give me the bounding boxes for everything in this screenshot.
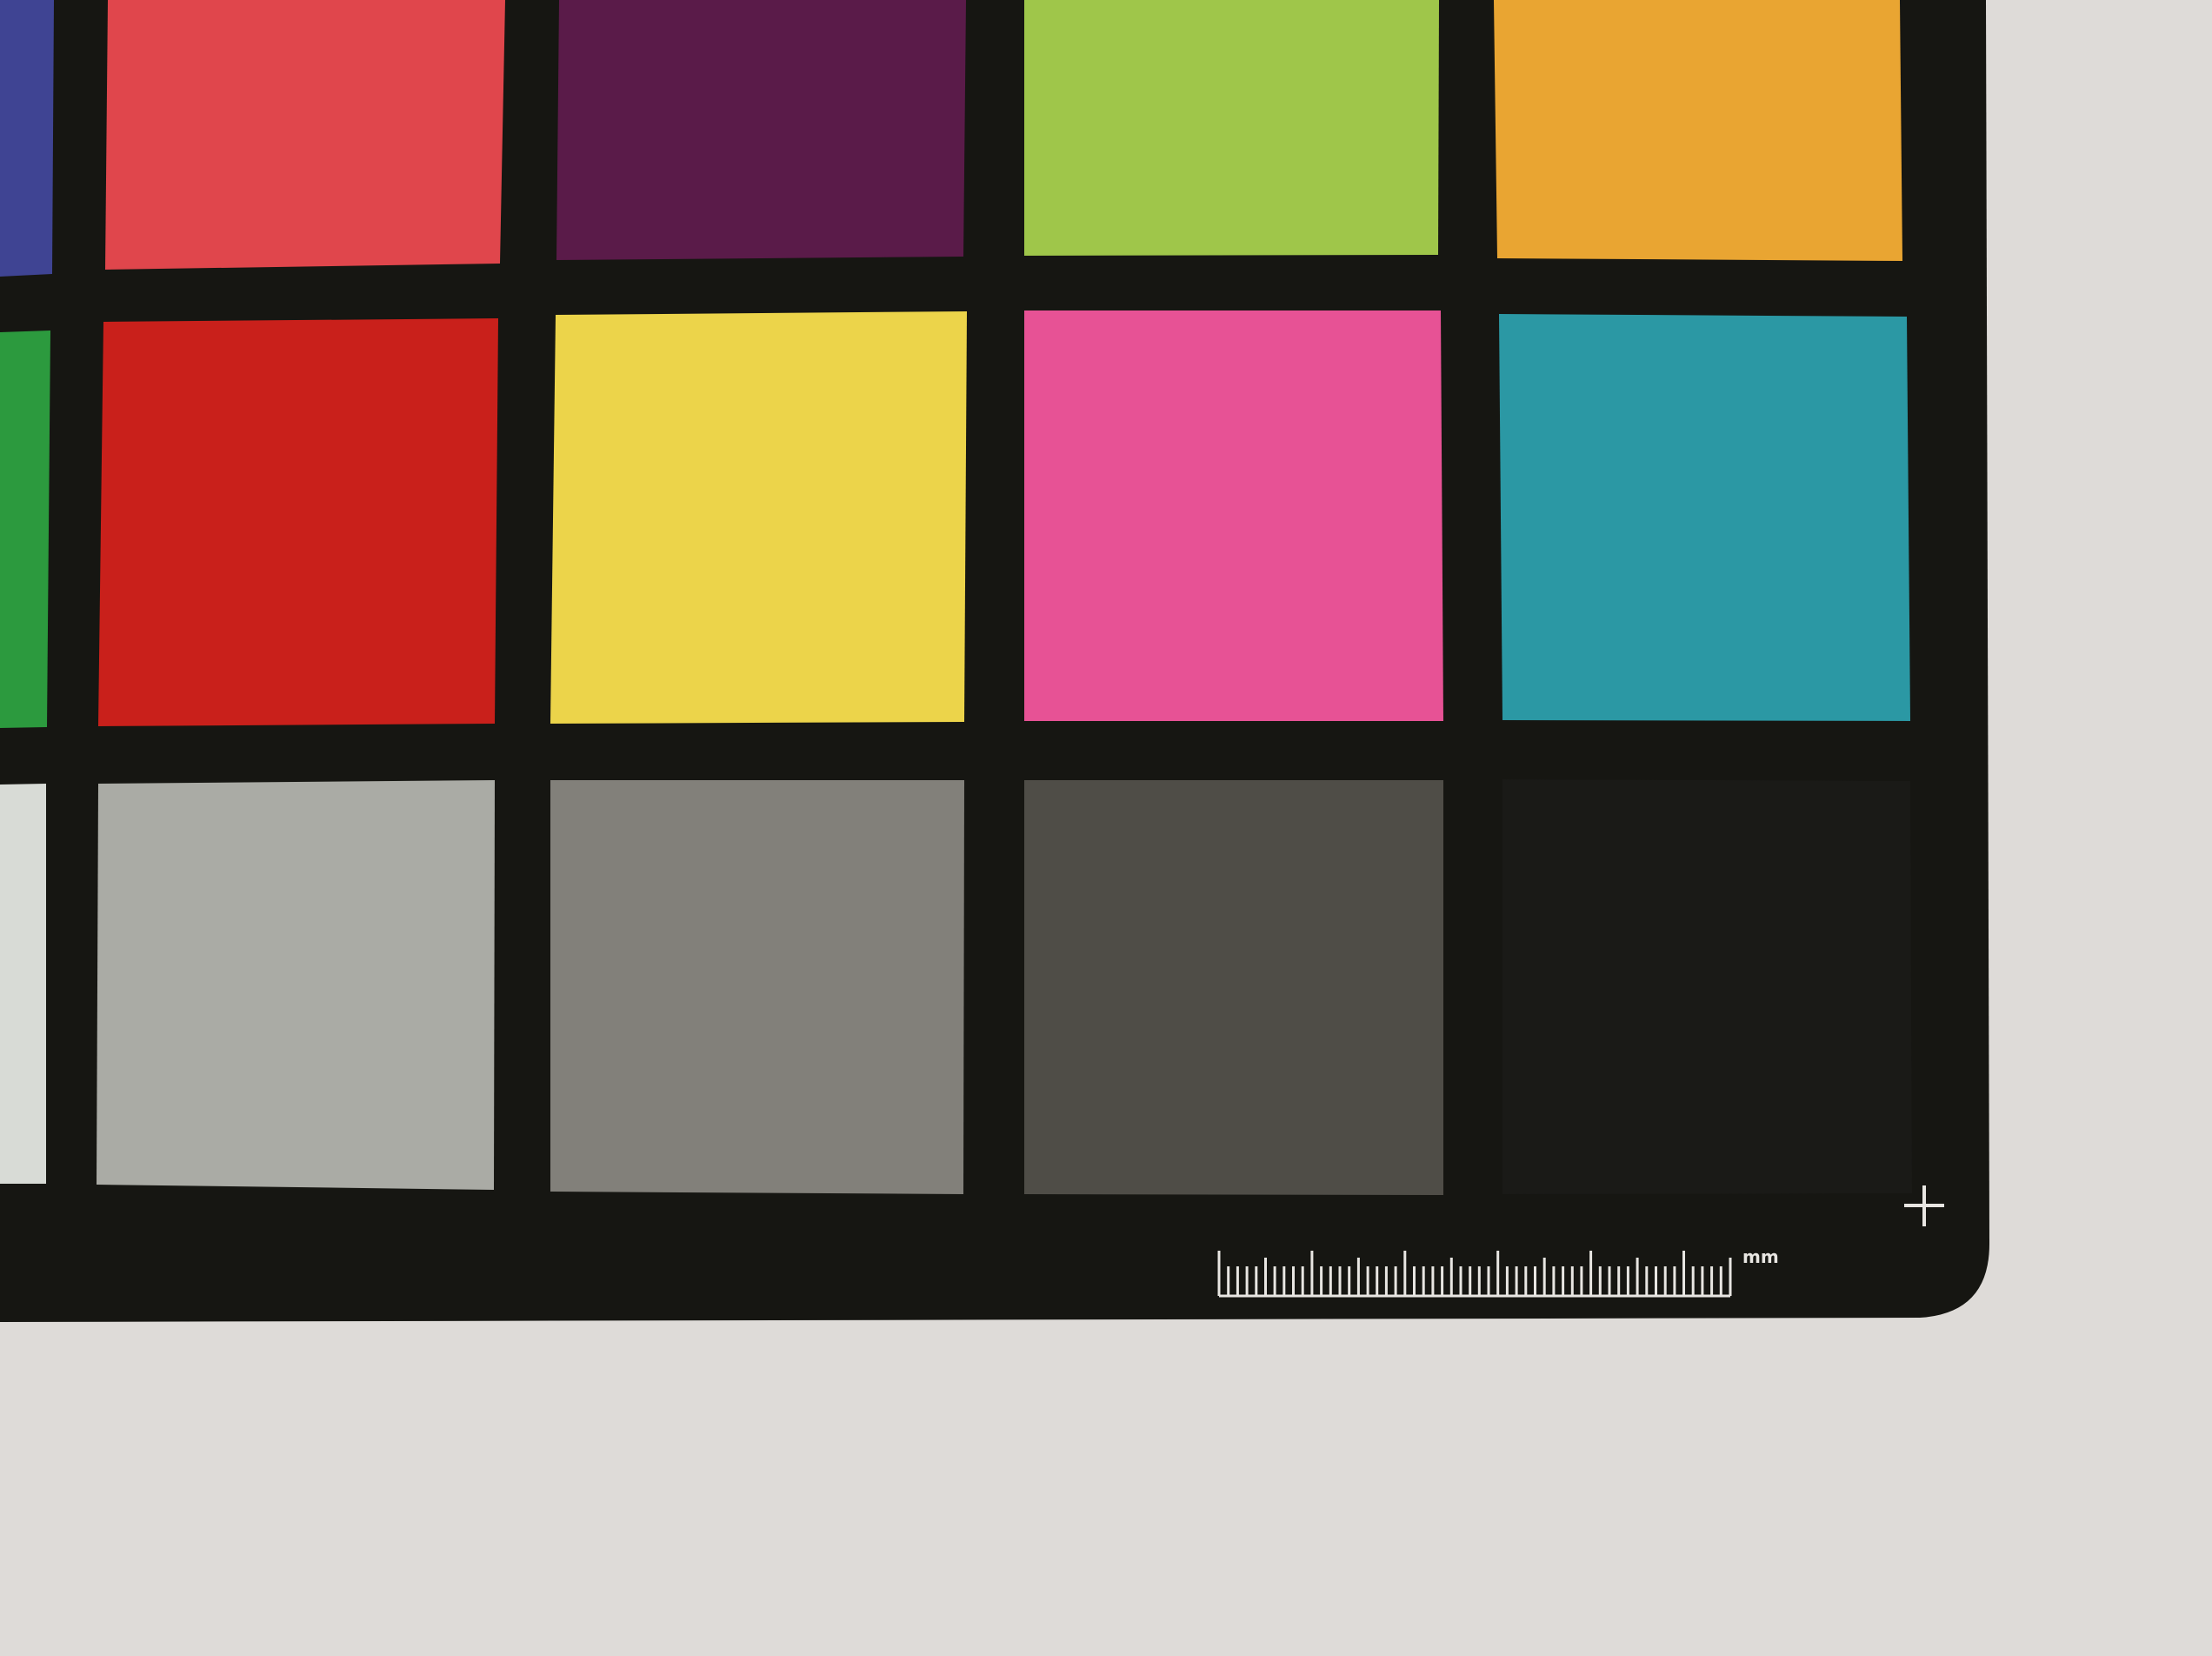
ruler-unit-label: mm [1742,1246,1779,1267]
patch-top-orange [1494,0,1902,261]
patch-top-purple [556,0,966,260]
patch-top-red-pink [105,0,505,270]
patch-bot-black [1502,779,1912,1194]
patch-mid-red [98,318,498,726]
patch-top-green [1024,0,1439,256]
patch-bot-gray-1 [97,780,495,1190]
patch-top-blue [0,0,54,277]
patch-mid-cyan [1499,314,1910,721]
patch-mid-green [0,331,50,728]
color-checker-photo: mm [0,0,2212,1656]
patch-mid-yellow [550,311,967,724]
patch-grid [0,0,1912,1195]
patch-bot-gray-3 [1024,780,1443,1195]
patch-mid-magenta [1024,310,1443,721]
patch-bot-white [0,784,46,1184]
patch-bot-gray-2 [550,780,964,1194]
